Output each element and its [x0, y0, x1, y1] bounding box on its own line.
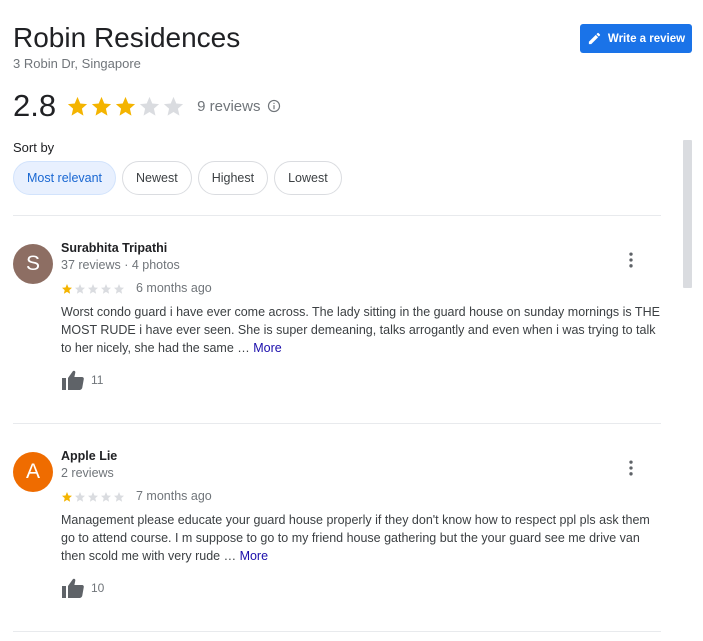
more-link[interactable]: More	[240, 549, 268, 563]
star-empty-icon	[88, 284, 98, 294]
sort-chip-highest[interactable]: Highest	[197, 161, 269, 195]
review-date: 7 months ago	[136, 489, 212, 503]
star-empty-icon	[75, 284, 85, 294]
write-review-label: Write a review	[607, 32, 686, 45]
write-review-button[interactable]: Write a review	[580, 24, 692, 53]
review-stars	[61, 283, 125, 295]
reviews-count[interactable]: 9 reviews	[197, 98, 260, 115]
place-address: 3 Robin Dr, Singapore	[13, 56, 141, 71]
sort-chip-newest[interactable]: Newest	[122, 161, 192, 195]
star-empty-icon	[101, 284, 111, 294]
more-link[interactable]: More	[253, 341, 281, 355]
review-date: 6 months ago	[136, 281, 212, 295]
star-empty-icon	[101, 492, 111, 502]
more-vert-icon[interactable]	[621, 458, 641, 478]
review-stars	[61, 491, 125, 503]
reviewer-meta: 2 reviews	[61, 466, 114, 480]
star-filled-icon	[116, 96, 136, 116]
star-filled-icon	[92, 96, 112, 116]
place-title: Robin Residences	[13, 22, 241, 53]
like-count: 11	[91, 373, 104, 387]
thumbs-up-icon	[62, 578, 84, 598]
scrollbar-thumb[interactable]	[683, 140, 692, 288]
pencil-icon	[588, 32, 601, 45]
like-count: 10	[91, 581, 105, 595]
like-button[interactable]: 10	[61, 577, 104, 599]
reviewer-name[interactable]: Apple Lie	[61, 449, 117, 463]
rating-summary: 2.8 9 reviews	[13, 86, 281, 126]
sort-chip-most-relevant[interactable]: Most relevant	[13, 161, 117, 195]
divider	[13, 423, 661, 424]
star-empty-icon	[88, 492, 98, 502]
star-empty-icon	[140, 96, 160, 116]
info-icon[interactable]	[267, 99, 281, 113]
average-stars	[66, 95, 185, 118]
like-button[interactable]: 11	[61, 369, 103, 391]
avatar[interactable]: S	[13, 244, 53, 284]
review-body: Management please educate your guard hou…	[61, 513, 650, 563]
thumbs-up-icon	[62, 370, 84, 390]
average-rating: 2.8	[13, 88, 57, 123]
star-filled-icon	[68, 96, 88, 116]
star-empty-icon	[164, 96, 184, 116]
review-text: Worst condo guard i have ever come acros…	[61, 303, 661, 357]
divider	[13, 215, 661, 216]
star-filled-icon	[62, 492, 72, 502]
avatar[interactable]: A	[13, 452, 53, 492]
star-filled-icon	[62, 284, 72, 294]
more-vert-icon[interactable]	[621, 250, 641, 270]
reviewer-meta: 37 reviews · 4 photos	[61, 258, 180, 272]
sort-label: Sort by	[13, 140, 55, 155]
star-empty-icon	[114, 284, 124, 294]
star-empty-icon	[114, 492, 124, 502]
star-empty-icon	[75, 492, 85, 502]
divider	[13, 631, 661, 632]
sort-chip-lowest[interactable]: Lowest	[274, 161, 342, 195]
review-text: Management please educate your guard hou…	[61, 511, 661, 565]
sort-chips: Most relevant Newest Highest Lowest	[13, 161, 342, 195]
review-body: Worst condo guard i have ever come acros…	[61, 305, 660, 355]
reviewer-name[interactable]: Surabhita Tripathi	[61, 241, 167, 255]
